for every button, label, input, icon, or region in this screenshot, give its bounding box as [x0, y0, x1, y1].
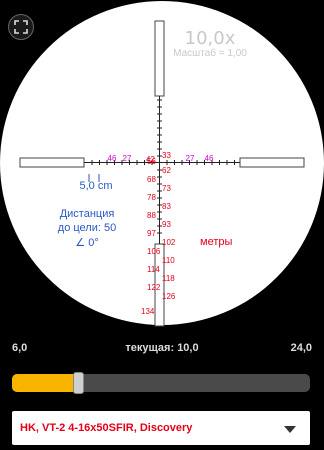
zoom-max: 24,0 — [290, 342, 312, 354]
horizontal-mark: 27 — [122, 154, 132, 163]
zoom-current: текущая: 10,0 — [125, 342, 199, 354]
vertical-mark: 56 — [147, 157, 156, 166]
distance-label-line1: Дистанция — [59, 208, 115, 220]
vertical-mark: 62 — [162, 166, 171, 175]
vertical-mark: 126 — [162, 292, 176, 301]
vertical-mark: 78 — [147, 193, 156, 202]
vertical-mark: 122 — [147, 283, 161, 292]
horizontal-mark: 46 — [204, 154, 214, 163]
vertical-mark: 68 — [147, 175, 156, 184]
right-post — [239, 157, 305, 168]
scope-select-value: HK, VT-2 4-16x50SFIR, Discovery — [20, 422, 193, 434]
vertical-mark: 110 — [162, 256, 175, 265]
vertical-mark: 114 — [147, 265, 160, 274]
vertical-mark: 93 — [162, 220, 171, 229]
left-post — [19, 157, 85, 168]
scope-select[interactable]: HK, VT-2 4-16x50SFIR, Discovery — [12, 411, 310, 445]
vertical-mark: 134 — [141, 307, 155, 316]
zoom-min: 6,0 — [12, 342, 28, 354]
zoom-slider[interactable] — [12, 372, 310, 394]
target-width: 5,0 cm — [79, 180, 113, 192]
vertical-mark: 118 — [162, 274, 175, 283]
zoom-slider-fill — [12, 374, 78, 392]
vertical-mark: 83 — [162, 202, 171, 211]
units-label: метры — [200, 236, 233, 248]
distance-label-line2: до цели: 50 — [57, 222, 117, 234]
vertical-mark: 73 — [162, 184, 171, 193]
scale-indicator: Масштаб = 1,00 — [173, 48, 247, 59]
vertical-mark: 106 — [147, 247, 161, 256]
zoom-slider-thumb[interactable] — [73, 372, 84, 394]
top-mark: 33 — [162, 151, 171, 160]
vertical-mark: 88 — [147, 211, 156, 220]
chevron-down-icon — [284, 426, 296, 433]
angle-label: ∠ 0° — [75, 237, 99, 249]
vertical-mark: 97 — [147, 229, 156, 238]
zoom-indicator: 10,0x — [184, 28, 236, 49]
vertical-mark: 102 — [162, 238, 176, 247]
